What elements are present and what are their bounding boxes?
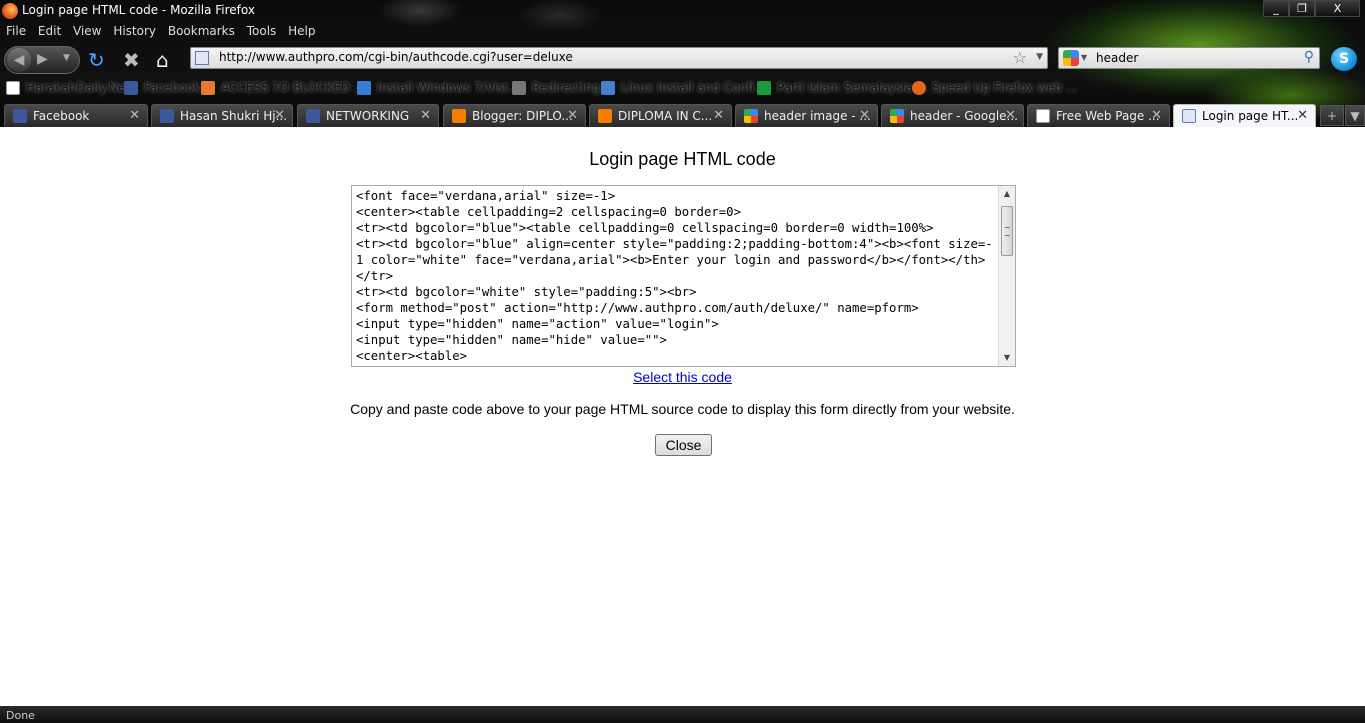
search-icon[interactable]: ⚲ bbox=[1304, 49, 1314, 65]
stop-icon[interactable]: ✖ bbox=[123, 48, 140, 72]
status-text: Done bbox=[6, 709, 35, 722]
minimize-button[interactable]: _ bbox=[1263, 0, 1289, 17]
menu-tools[interactable]: Tools bbox=[247, 24, 277, 38]
search-engine-dropdown-icon[interactable]: ▼ bbox=[1081, 53, 1087, 62]
tab-free-web-page[interactable]: Free Web Page ... ✕ bbox=[1027, 104, 1170, 127]
forward-button[interactable]: ▶ bbox=[37, 51, 48, 67]
tab-header-image[interactable]: header image - ... ✕ bbox=[735, 104, 878, 127]
menu-edit[interactable]: Edit bbox=[38, 24, 61, 38]
search-input[interactable]: header bbox=[1096, 51, 1138, 65]
close-tab-icon[interactable]: ✕ bbox=[1005, 108, 1016, 123]
page-content: Login page HTML code <font face="verdana… bbox=[0, 127, 1365, 706]
window-title: Login page HTML code - Mozilla Firefox bbox=[22, 3, 255, 17]
menu-bar: File Edit View History Bookmarks Tools H… bbox=[0, 24, 317, 42]
close-tab-icon[interactable]: ✕ bbox=[1297, 108, 1308, 123]
blogger-icon bbox=[598, 109, 612, 123]
close-tab-icon[interactable]: ✕ bbox=[859, 108, 870, 123]
menu-history[interactable]: History bbox=[113, 24, 156, 38]
bookmark-star-icon[interactable]: ☆ bbox=[1013, 48, 1027, 67]
back-button[interactable]: ◀ bbox=[7, 48, 31, 72]
tab-strip: Facebook ✕ Hasan Shukri Hj... ✕ NETWORKING… bbox=[0, 103, 1365, 127]
menu-help[interactable]: Help bbox=[288, 24, 315, 38]
windows-icon bbox=[357, 80, 371, 95]
browser-chrome: Login page HTML code - Mozilla Firefox _… bbox=[0, 0, 1365, 127]
scroll-up-icon[interactable]: ▲ bbox=[999, 186, 1015, 202]
facebook-icon bbox=[160, 109, 174, 123]
tab-blogger-diplo[interactable]: Blogger: DIPLO... ✕ bbox=[443, 104, 586, 127]
select-code-link: Select this code bbox=[0, 369, 1365, 385]
tab-hasan-shukri[interactable]: Hasan Shukri Hj... ✕ bbox=[151, 104, 293, 127]
facebook-icon bbox=[13, 109, 27, 123]
scroll-thumb[interactable] bbox=[1001, 206, 1013, 256]
blogger-icon bbox=[452, 109, 466, 123]
tab-list-dropdown-icon[interactable]: ▼ bbox=[1345, 105, 1365, 126]
facebook-icon bbox=[306, 109, 320, 123]
google-search-engine-icon[interactable] bbox=[1063, 50, 1079, 66]
title-bar: Login page HTML code - Mozilla Firefox _… bbox=[0, 0, 1365, 22]
url-text[interactable]: http://www.authpro.com/cgi-bin/authcode.… bbox=[219, 50, 573, 64]
tab-diploma-in-c[interactable]: DIPLOMA IN C... ✕ bbox=[589, 104, 732, 127]
menu-view[interactable]: View bbox=[73, 24, 101, 38]
code-textarea[interactable]: <font face="verdana,arial" size=-1> <cen… bbox=[351, 185, 1016, 367]
close-tab-icon[interactable]: ✕ bbox=[1151, 108, 1162, 123]
close-window-button[interactable]: X bbox=[1315, 0, 1360, 17]
close-tab-icon[interactable]: ✕ bbox=[567, 108, 578, 123]
search-bar[interactable]: ▼ header ⚲ bbox=[1058, 47, 1320, 69]
menu-file[interactable]: File bbox=[6, 24, 26, 38]
facebook-icon bbox=[124, 80, 138, 95]
close-button[interactable]: Close bbox=[655, 434, 712, 456]
bookmark-redirecting[interactable]: Redirecting bbox=[512, 80, 600, 98]
page-title: Login page HTML code bbox=[589, 149, 776, 169]
navigation-toolbar: ◀ ▶ ▼ ↻ ✖ ⌂ http://www.authpro.com/cgi-b… bbox=[0, 44, 1365, 74]
page-icon bbox=[1036, 109, 1050, 123]
close-tab-icon[interactable]: ✕ bbox=[274, 108, 285, 123]
bookmark-linux-install[interactable]: Linux Install and Confi... bbox=[601, 80, 766, 98]
select-code-link-text[interactable]: Select this code bbox=[633, 369, 732, 385]
status-bar: Done bbox=[0, 706, 1365, 723]
bookmark-facebook[interactable]: Facebook bbox=[124, 80, 200, 98]
menu-bookmarks[interactable]: Bookmarks bbox=[168, 24, 235, 38]
url-dropdown-icon[interactable]: ▼ bbox=[1036, 52, 1043, 62]
pas-icon bbox=[757, 80, 771, 95]
url-bar[interactable]: http://www.authpro.com/cgi-bin/authcode.… bbox=[190, 47, 1048, 69]
tab-login-page[interactable]: Login page HT... ✕ bbox=[1173, 104, 1316, 127]
site-icon bbox=[1182, 109, 1196, 123]
tab-header-google[interactable]: header - Google... ✕ bbox=[881, 104, 1024, 127]
back-forward-group: ◀ ▶ ▼ bbox=[4, 46, 80, 74]
history-dropdown-icon[interactable]: ▼ bbox=[63, 53, 70, 63]
bookmark-speed-up-firefox[interactable]: Speed Up Firefox web ... bbox=[912, 80, 1077, 98]
tools-icon bbox=[512, 80, 526, 95]
maximize-button[interactable]: ❐ bbox=[1289, 0, 1315, 17]
close-tab-icon[interactable]: ✕ bbox=[129, 108, 140, 123]
bookmark-harakahdaily[interactable]: HarakahDaily.Net bbox=[6, 80, 130, 98]
skype-icon[interactable]: S bbox=[1331, 47, 1357, 71]
firefox-logo-icon bbox=[2, 3, 18, 19]
linux-icon bbox=[601, 80, 615, 95]
bookmark-access-blocked[interactable]: ACCESS TO BLOCKED ... bbox=[201, 80, 365, 98]
tab-facebook[interactable]: Facebook ✕ bbox=[4, 104, 148, 127]
close-tab-icon[interactable]: ✕ bbox=[420, 108, 431, 123]
ubuntu-icon bbox=[912, 80, 926, 95]
google-icon bbox=[890, 109, 904, 123]
close-tab-icon[interactable]: ✕ bbox=[713, 108, 724, 123]
google-icon bbox=[744, 109, 758, 123]
site-identity-icon[interactable] bbox=[195, 51, 209, 65]
page-icon bbox=[6, 80, 20, 95]
code-text[interactable]: <font face="verdana,arial" size=-1> <cen… bbox=[356, 188, 996, 364]
new-tab-button[interactable]: + bbox=[1320, 105, 1344, 126]
home-icon[interactable]: ⌂ bbox=[156, 48, 169, 72]
reload-icon[interactable]: ↻ bbox=[88, 48, 105, 72]
tab-networking[interactable]: NETWORKING ✕ bbox=[297, 104, 439, 127]
bookmark-install-windows[interactable]: Install Windows 7/Vist... bbox=[357, 80, 520, 98]
vertical-scrollbar[interactable]: ▲ ▼ bbox=[998, 186, 1015, 366]
bookmark-parti-islam[interactable]: Parti Islam Semalaysia ... bbox=[757, 80, 928, 98]
scroll-down-icon[interactable]: ▼ bbox=[999, 350, 1015, 366]
rss-icon bbox=[201, 80, 215, 95]
instructions-text: Copy and paste code above to your page H… bbox=[350, 401, 1015, 417]
bookmarks-toolbar: HarakahDaily.Net Facebook ACCESS TO BLOC… bbox=[0, 80, 1365, 100]
